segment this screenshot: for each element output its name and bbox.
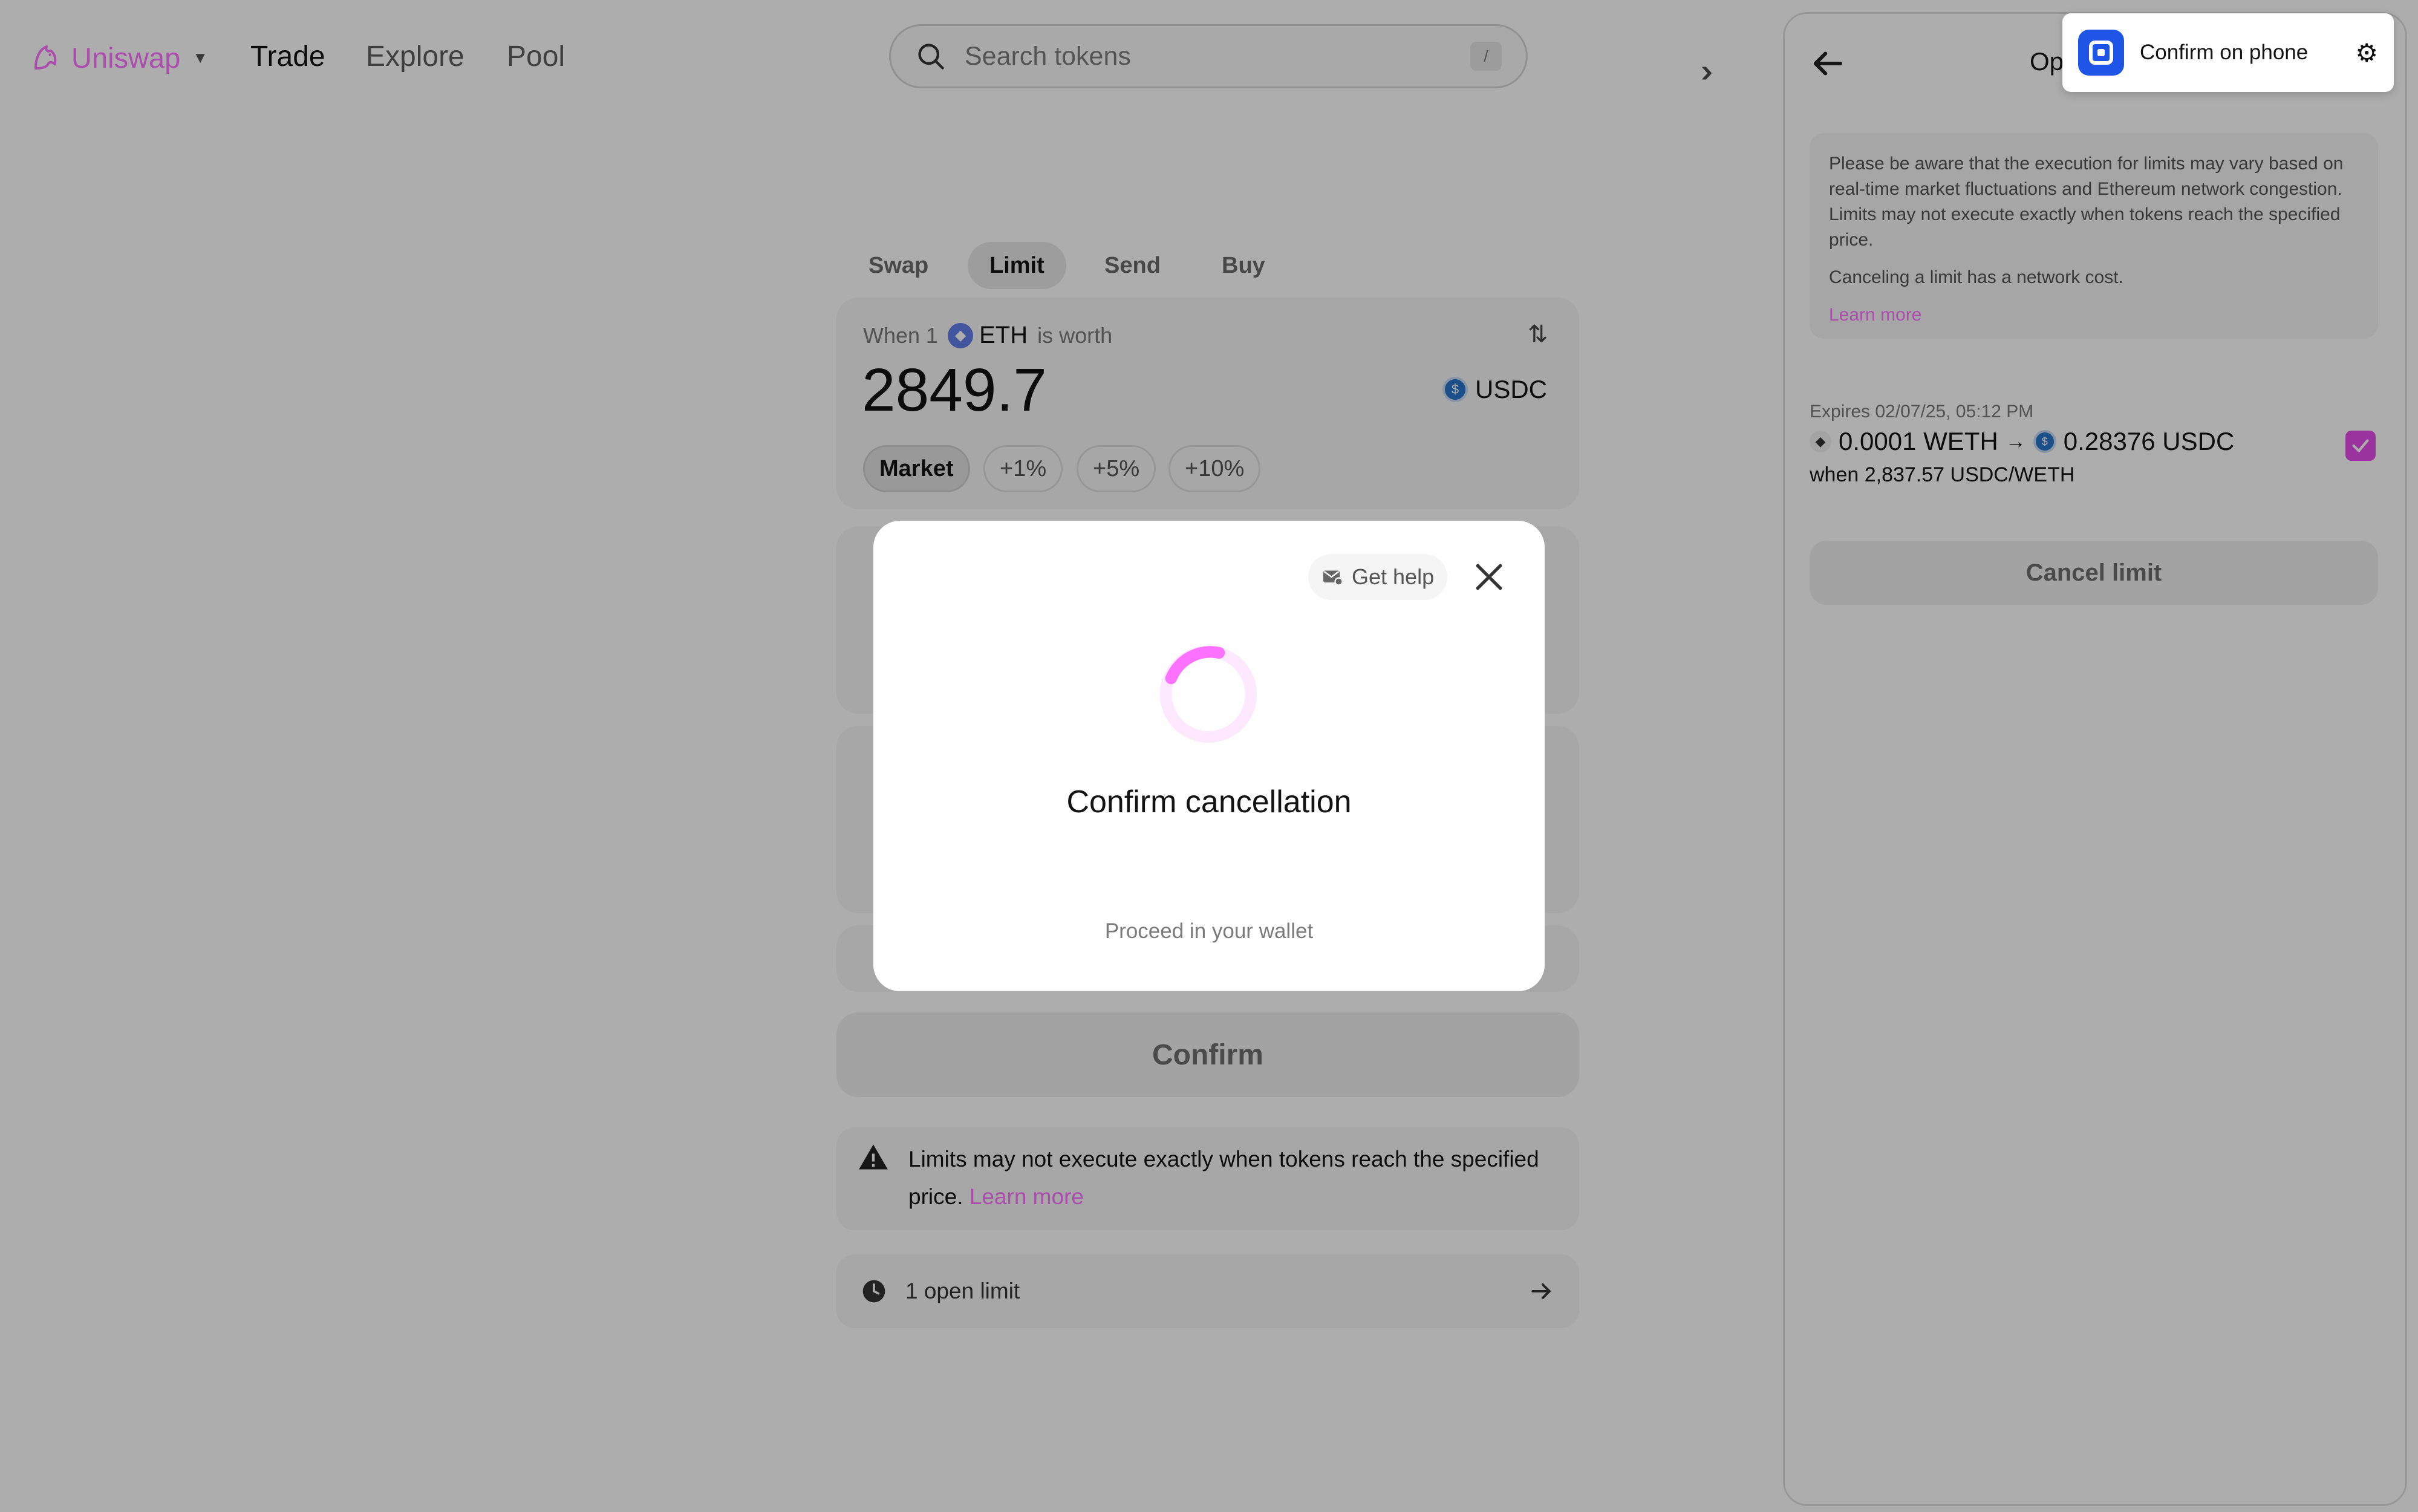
- loading-spinner-icon: [1159, 645, 1257, 743]
- modal-title: Confirm cancellation: [1066, 784, 1352, 820]
- modal-subtitle: Proceed in your wallet: [1104, 919, 1314, 943]
- close-icon[interactable]: [1470, 558, 1508, 596]
- toast-message: Confirm on phone: [2140, 41, 2309, 64]
- wallet-app-icon: [2078, 30, 2124, 76]
- get-help-button[interactable]: Get help: [1308, 554, 1448, 600]
- get-help-label: Get help: [1352, 564, 1435, 589]
- confirm-on-phone-toast: Confirm on phone ⚙: [2062, 13, 2394, 92]
- mail-help-icon: [1323, 570, 1343, 586]
- gear-icon[interactable]: ⚙: [2355, 38, 2378, 68]
